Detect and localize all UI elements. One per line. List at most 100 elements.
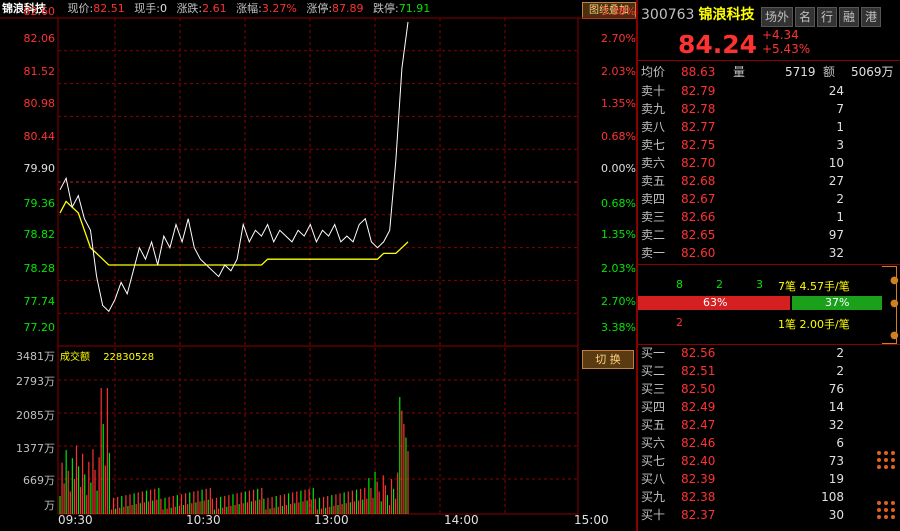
time-tick: 13:00 bbox=[314, 513, 349, 527]
level-volume: 19 bbox=[828, 472, 844, 486]
volume-tick: 3481万 bbox=[16, 350, 55, 363]
ask-level-row[interactable]: 卖十 82.79 24 bbox=[641, 82, 900, 100]
level-volume: 32 bbox=[828, 246, 844, 260]
switch-button[interactable]: 切 换 bbox=[582, 350, 634, 369]
level-label: 卖八 bbox=[641, 120, 666, 134]
percent-tick: 0.00% bbox=[601, 162, 636, 175]
level-volume: 2 bbox=[836, 192, 844, 206]
ask-level-row[interactable]: 卖九 82.78 7 bbox=[641, 100, 900, 118]
percent-tick: 0.68% bbox=[601, 197, 636, 210]
bid-level-row[interactable]: 买一 82.56 2 bbox=[641, 344, 900, 362]
bid-level-row[interactable]: 买五 82.47 32 bbox=[641, 416, 900, 434]
level-volume: 32 bbox=[828, 418, 844, 432]
level-price: 82.37 bbox=[681, 508, 716, 522]
volume-bars bbox=[59, 388, 409, 514]
volume-tick: 2793万 bbox=[16, 375, 55, 388]
level-price: 82.38 bbox=[681, 490, 716, 504]
ask-level-row[interactable]: 卖三 82.66 1 bbox=[641, 208, 900, 226]
price-tick: 81.52 bbox=[23, 65, 56, 78]
level-volume: 73 bbox=[828, 454, 844, 468]
level-label: 卖七 bbox=[641, 138, 666, 152]
bid-level-row[interactable]: 买六 82.46 6 bbox=[641, 434, 900, 452]
tab-industry[interactable]: 行 bbox=[817, 7, 838, 27]
level-label: 买三 bbox=[641, 382, 666, 396]
ask-level-row[interactable]: 卖四 82.67 2 bbox=[641, 190, 900, 208]
trade-count-c: 3 bbox=[756, 278, 763, 291]
level-price: 82.39 bbox=[681, 472, 716, 486]
level-volume: 76 bbox=[828, 382, 844, 396]
ask-level-row[interactable]: 卖一 82.60 32 bbox=[641, 244, 900, 262]
tab-hk[interactable]: 港 bbox=[861, 7, 882, 27]
tab-name[interactable]: 名 bbox=[795, 7, 816, 27]
level-label: 买五 bbox=[641, 418, 666, 432]
grid-dots-icon[interactable] bbox=[876, 450, 898, 472]
ask-level-row[interactable]: 卖八 82.77 1 bbox=[641, 118, 900, 136]
amount-label: 额 bbox=[823, 65, 836, 79]
bid-level-row[interactable]: 买三 82.50 76 bbox=[641, 380, 900, 398]
intraday-chart bbox=[0, 17, 636, 515]
level-label: 买四 bbox=[641, 400, 666, 414]
ask-level-row[interactable]: 卖二 82.65 97 bbox=[641, 226, 900, 244]
level-label: 买一 bbox=[641, 346, 666, 360]
time-tick: 10:30 bbox=[186, 513, 221, 527]
trade-count-b: 2 bbox=[716, 278, 723, 291]
price-tick: 80.98 bbox=[23, 97, 56, 110]
tab-margin[interactable]: 融 bbox=[839, 7, 860, 27]
bid-level-row[interactable]: 买二 82.51 2 bbox=[641, 362, 900, 380]
price-tick: 79.36 bbox=[23, 197, 56, 210]
bid-level-row[interactable]: 买七 82.40 73 bbox=[641, 452, 900, 470]
tab-otc[interactable]: 场外 bbox=[761, 7, 794, 27]
level-volume: 6 bbox=[836, 436, 844, 450]
percent-tick: 3.38% bbox=[601, 5, 636, 18]
dot-icon: ● bbox=[890, 330, 899, 341]
level-volume: 108 bbox=[821, 490, 844, 504]
level-volume: 2 bbox=[836, 346, 844, 360]
level-volume: 1 bbox=[836, 120, 844, 134]
price-tick: 77.74 bbox=[23, 295, 56, 308]
bid-level-row[interactable]: 买八 82.39 19 bbox=[641, 470, 900, 488]
level-label: 买七 bbox=[641, 454, 666, 468]
stats-row: 均价 88.63 量 5719 额 5069万 bbox=[641, 64, 900, 80]
grid-dots-icon[interactable] bbox=[876, 500, 898, 522]
level-price: 82.60 bbox=[681, 246, 716, 260]
volume-tick: 669万 bbox=[23, 474, 55, 487]
level-label: 卖六 bbox=[641, 156, 666, 170]
market-tabs: 场外名行融港 bbox=[761, 5, 883, 29]
percent-tick: 1.35% bbox=[601, 97, 636, 110]
level-label: 买九 bbox=[641, 490, 666, 504]
level-label: 买十 bbox=[641, 508, 666, 522]
bid-level-row[interactable]: 买九 82.38 108 bbox=[641, 488, 900, 506]
avg-price-value: 88.63 bbox=[681, 65, 716, 79]
price-tick: 78.82 bbox=[23, 228, 56, 241]
level-price: 82.40 bbox=[681, 454, 716, 468]
bid-level-row[interactable]: 买十 82.37 30 bbox=[641, 506, 900, 524]
trade-summary-buy: 1笔 2.00手/笔 bbox=[778, 318, 850, 331]
volume-label: 量 bbox=[733, 65, 746, 79]
level-label: 卖一 bbox=[641, 246, 666, 260]
ask-level-row[interactable]: 卖七 82.75 3 bbox=[641, 136, 900, 154]
trade-count-d: 2 bbox=[676, 316, 683, 329]
level-label: 卖十 bbox=[641, 84, 666, 98]
stock-name-header: 锦浪科技 bbox=[698, 7, 755, 23]
level-label: 买二 bbox=[641, 364, 666, 378]
level-label: 卖三 bbox=[641, 210, 666, 224]
divider bbox=[638, 264, 900, 265]
ask-level-row[interactable]: 卖六 82.70 10 bbox=[641, 154, 900, 172]
volume-tick: 万 bbox=[44, 499, 55, 512]
trade-summary-sell: 7笔 4.57手/笔 bbox=[778, 280, 850, 293]
level-price: 82.75 bbox=[681, 138, 716, 152]
turnover-label: 成交额 bbox=[60, 352, 90, 363]
level-label: 卖五 bbox=[641, 174, 666, 188]
level-price: 82.47 bbox=[681, 418, 716, 432]
ask-level-row[interactable]: 卖五 82.68 27 bbox=[641, 172, 900, 190]
level-label: 买八 bbox=[641, 472, 666, 486]
time-tick: 15:00 bbox=[574, 513, 609, 527]
level-price: 82.49 bbox=[681, 400, 716, 414]
bid-level-row[interactable]: 买四 82.49 14 bbox=[641, 398, 900, 416]
percent-tick: 2.03% bbox=[601, 262, 636, 275]
level-price: 82.67 bbox=[681, 192, 716, 206]
level-price: 82.78 bbox=[681, 102, 716, 116]
dot-icon: ● bbox=[890, 298, 899, 309]
price-tick: 82.06 bbox=[23, 32, 56, 45]
level-volume: 2 bbox=[836, 364, 844, 378]
